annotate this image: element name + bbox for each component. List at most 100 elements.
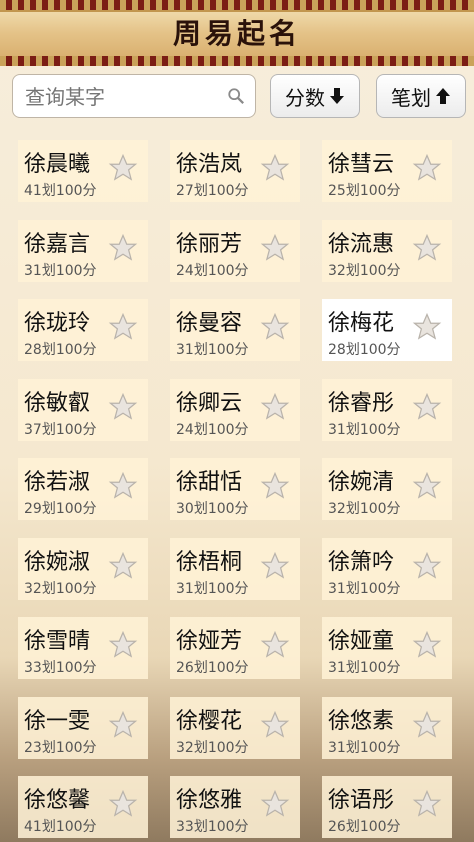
sort-by-stroke-button[interactable]: 笔划 xyxy=(376,74,466,118)
name-card[interactable]: 徐悠雅 33划100分 xyxy=(170,776,300,838)
star-icon[interactable] xyxy=(108,233,138,263)
name-meta: 32划100分 xyxy=(328,263,401,279)
star-icon[interactable] xyxy=(108,551,138,581)
name-meta: 31划100分 xyxy=(328,740,401,756)
name-text: 徐珑玲 xyxy=(24,311,91,336)
name-text: 徐悠雅 xyxy=(176,788,243,813)
star-icon[interactable] xyxy=(412,392,442,422)
name-meta: 29划100分 xyxy=(24,501,97,517)
name-text: 徐丽芳 xyxy=(176,232,243,257)
toolbar: 分数 笔划 xyxy=(0,66,474,128)
name-text: 徐晨曦 xyxy=(24,152,91,177)
star-icon[interactable] xyxy=(412,471,442,501)
name-text: 徐嘉言 xyxy=(24,232,91,257)
name-text: 徐樱花 xyxy=(176,709,243,734)
header-pattern-top xyxy=(0,0,474,10)
star-icon[interactable] xyxy=(108,312,138,342)
name-meta: 41划100分 xyxy=(24,183,97,199)
star-icon[interactable] xyxy=(412,312,442,342)
arrow-up-icon xyxy=(436,88,450,104)
name-card[interactable]: 徐樱花 32划100分 xyxy=(170,697,300,759)
header-pattern-bottom xyxy=(0,56,474,66)
name-card[interactable]: 徐雪晴 33划100分 xyxy=(18,617,148,679)
name-card[interactable]: 徐丽芳 24划100分 xyxy=(170,220,300,282)
star-icon[interactable] xyxy=(412,551,442,581)
star-icon[interactable] xyxy=(260,312,290,342)
name-card[interactable]: 徐若淑 29划100分 xyxy=(18,458,148,520)
name-meta: 24划100分 xyxy=(176,422,249,438)
name-meta: 25划100分 xyxy=(328,183,401,199)
sort-by-stroke-label: 笔划 xyxy=(391,85,431,110)
name-text: 徐婉淑 xyxy=(24,550,91,575)
star-icon[interactable] xyxy=(260,153,290,183)
name-text: 徐敏叡 xyxy=(24,391,91,416)
name-card[interactable]: 徐流惠 32划100分 xyxy=(322,220,452,282)
name-text: 徐彗云 xyxy=(328,152,395,177)
name-card[interactable]: 徐珑玲 28划100分 xyxy=(18,299,148,361)
search-input[interactable] xyxy=(23,81,227,113)
name-text: 徐曼容 xyxy=(176,311,243,336)
name-meta: 32划100分 xyxy=(328,501,401,517)
name-meta: 24划100分 xyxy=(176,263,249,279)
name-meta: 37划100分 xyxy=(24,422,97,438)
name-text: 徐甜恬 xyxy=(176,470,243,495)
name-card[interactable]: 徐敏叡 37划100分 xyxy=(18,379,148,441)
star-icon[interactable] xyxy=(260,789,290,819)
sort-by-score-label: 分数 xyxy=(285,85,325,110)
star-icon[interactable] xyxy=(260,630,290,660)
name-card[interactable]: 徐浩岚 27划100分 xyxy=(170,140,300,202)
name-meta: 32划100分 xyxy=(24,581,97,597)
star-icon[interactable] xyxy=(108,710,138,740)
name-text: 徐卿云 xyxy=(176,391,243,416)
name-card[interactable]: 徐卿云 24划100分 xyxy=(170,379,300,441)
name-card[interactable]: 徐嘉言 31划100分 xyxy=(18,220,148,282)
name-meta: 41划100分 xyxy=(24,819,97,835)
name-text: 徐梅花 xyxy=(328,311,395,336)
star-icon[interactable] xyxy=(260,233,290,263)
name-text: 徐娅芳 xyxy=(176,629,243,654)
star-icon[interactable] xyxy=(108,153,138,183)
name-card[interactable]: 徐箫吟 31划100分 xyxy=(322,538,452,600)
name-card[interactable]: 徐娅芳 26划100分 xyxy=(170,617,300,679)
name-text: 徐浩岚 xyxy=(176,152,243,177)
name-card[interactable]: 徐梧桐 31划100分 xyxy=(170,538,300,600)
star-icon[interactable] xyxy=(260,551,290,581)
name-card[interactable]: 徐语彤 26划100分 xyxy=(322,776,452,838)
name-card[interactable]: 徐睿彤 31划100分 xyxy=(322,379,452,441)
name-card[interactable]: 徐婉清 32划100分 xyxy=(322,458,452,520)
name-card[interactable]: 徐悠馨 41划100分 xyxy=(18,776,148,838)
search-icon[interactable] xyxy=(227,87,245,105)
star-icon[interactable] xyxy=(108,789,138,819)
star-icon[interactable] xyxy=(260,471,290,501)
name-meta: 26划100分 xyxy=(176,660,249,676)
name-card[interactable]: 徐曼容 31划100分 xyxy=(170,299,300,361)
name-card[interactable]: 徐晨曦 41划100分 xyxy=(18,140,148,202)
star-icon[interactable] xyxy=(412,789,442,819)
name-card[interactable]: 徐彗云 25划100分 xyxy=(322,140,452,202)
name-meta: 28划100分 xyxy=(24,342,97,358)
name-card[interactable]: 徐一雯 23划100分 xyxy=(18,697,148,759)
star-icon[interactable] xyxy=(108,471,138,501)
name-text: 徐一雯 xyxy=(24,709,91,734)
star-icon[interactable] xyxy=(108,630,138,660)
star-icon[interactable] xyxy=(412,630,442,660)
name-card[interactable]: 徐娅童 31划100分 xyxy=(322,617,452,679)
sort-by-score-button[interactable]: 分数 xyxy=(270,74,360,118)
name-text: 徐梧桐 xyxy=(176,550,243,575)
name-text: 徐箫吟 xyxy=(328,550,395,575)
star-icon[interactable] xyxy=(412,233,442,263)
name-card[interactable]: 徐悠素 31划100分 xyxy=(322,697,452,759)
name-card[interactable]: 徐甜恬 30划100分 xyxy=(170,458,300,520)
name-meta: 31划100分 xyxy=(328,660,401,676)
search-box xyxy=(12,74,256,118)
name-card[interactable]: 徐梅花 28划100分 xyxy=(322,299,452,361)
star-icon[interactable] xyxy=(260,710,290,740)
name-meta: 33划100分 xyxy=(24,660,97,676)
star-icon[interactable] xyxy=(412,710,442,740)
name-text: 徐悠素 xyxy=(328,709,395,734)
name-meta: 31划100分 xyxy=(176,342,249,358)
star-icon[interactable] xyxy=(412,153,442,183)
star-icon[interactable] xyxy=(108,392,138,422)
name-card[interactable]: 徐婉淑 32划100分 xyxy=(18,538,148,600)
star-icon[interactable] xyxy=(260,392,290,422)
